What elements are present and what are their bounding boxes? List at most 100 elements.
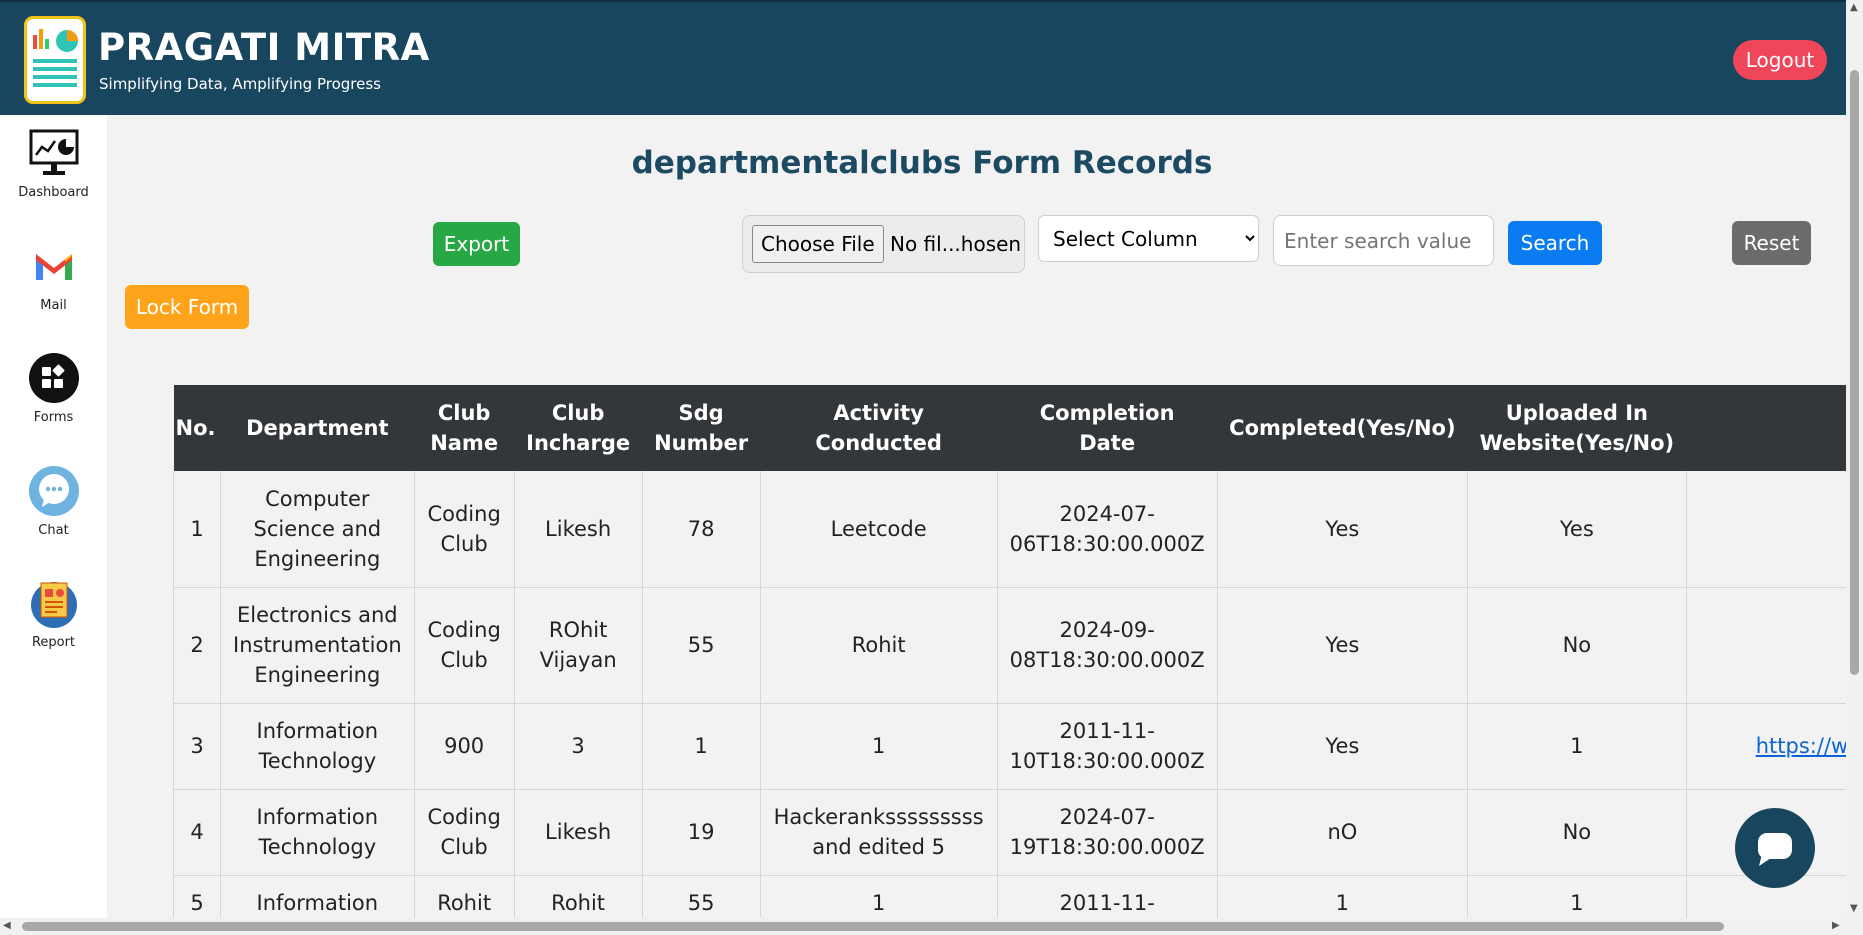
table-cell: Computer Science and Engineering bbox=[220, 471, 415, 588]
sidebar-item-label: Forms bbox=[33, 410, 74, 425]
page-title: departmentalclubs Form Records bbox=[631, 145, 1213, 181]
table-cell: Information bbox=[220, 875, 415, 920]
table-cell: 2024-07-19T18:30:00.000Z bbox=[997, 789, 1218, 876]
chat-bubble-icon bbox=[1758, 833, 1792, 866]
table-cell: No bbox=[1467, 587, 1687, 704]
table-row: 4 Information Technology Coding Club Lik… bbox=[173, 789, 1846, 876]
column-header: Uploaded In Website(Yes/No) bbox=[1467, 385, 1687, 471]
table-row: 3 Information Technology 900 3 1 1 2011-… bbox=[173, 703, 1846, 790]
table-cell: Likesh bbox=[514, 471, 643, 588]
mail-icon bbox=[35, 254, 72, 280]
table-cell: 1 bbox=[1217, 875, 1469, 920]
column-select[interactable]: Select Column bbox=[1038, 215, 1259, 262]
horizontal-scrollbar[interactable]: ◀ ▶ bbox=[0, 918, 1846, 935]
chart-report-logo-icon bbox=[33, 29, 78, 87]
sidebar-item-mail[interactable]: Mail bbox=[0, 240, 107, 313]
file-upload: Choose File No fil...hosen bbox=[742, 215, 1025, 273]
table-cell: Coding Club bbox=[414, 587, 515, 704]
app-subtitle: Simplifying Data, Amplifying Progress bbox=[99, 75, 381, 93]
search-button[interactable]: Search bbox=[1508, 221, 1602, 265]
scroll-right-icon[interactable]: ▶ bbox=[1832, 920, 1840, 931]
sidebar-item-label: Dashboard bbox=[18, 185, 89, 200]
sidebar-item-label: Report bbox=[31, 635, 76, 650]
table-cell: Information Technology bbox=[220, 703, 415, 790]
choose-file-button[interactable]: Choose File bbox=[752, 225, 884, 263]
sidebar-item-forms[interactable]: Forms bbox=[0, 352, 107, 425]
table-cell: 1 bbox=[1467, 703, 1687, 790]
column-header: Department bbox=[220, 385, 415, 471]
table-cell: 2011-11- bbox=[997, 875, 1218, 920]
table-cell: 4 bbox=[173, 789, 221, 876]
reset-button[interactable]: Reset bbox=[1732, 221, 1811, 265]
link-url[interactable]: https://www.yout bbox=[1756, 734, 1846, 758]
sidebar-item-label: Chat bbox=[38, 523, 69, 538]
table-header-row: No. Department Club Name Club Incharge S… bbox=[173, 385, 1846, 471]
table-cell: Rohit bbox=[514, 875, 643, 920]
table-cell: 2011-11-10T18:30:00.000Z bbox=[997, 703, 1218, 790]
table-cell: Coding Club bbox=[414, 471, 515, 588]
table-cell: Yes bbox=[1217, 703, 1469, 790]
horizontal-scroll-thumb[interactable] bbox=[22, 922, 1724, 931]
column-header: Club Name bbox=[414, 385, 515, 471]
lock-form-button[interactable]: Lock Form bbox=[125, 285, 249, 329]
table-cell bbox=[1686, 471, 1846, 588]
scroll-up-icon[interactable]: ▲ bbox=[1850, 2, 1858, 13]
table-cell: 900 bbox=[414, 703, 515, 790]
table-cell: 1 bbox=[642, 703, 761, 790]
column-header: Sdg Number bbox=[642, 385, 761, 471]
sidebar-item-chat[interactable]: Chat bbox=[0, 465, 107, 538]
column-header: Activity Conducted bbox=[760, 385, 998, 471]
table-cell: Coding Club bbox=[414, 789, 515, 876]
scroll-left-icon[interactable]: ◀ bbox=[3, 920, 11, 931]
table-cell: 55 bbox=[642, 875, 761, 920]
table-row: 1 Computer Science and Engineering Codin… bbox=[173, 471, 1846, 588]
table-cell: ROhit Vijayan bbox=[514, 587, 643, 704]
table-cell: Yes bbox=[1467, 471, 1687, 588]
file-status: No fil...hosen bbox=[890, 232, 1022, 256]
scroll-down-icon[interactable]: ▼ bbox=[1850, 903, 1858, 914]
table-cell: https://www.yout bbox=[1686, 703, 1846, 790]
app-logo bbox=[24, 16, 86, 104]
records-table: No. Department Club Name Club Incharge S… bbox=[173, 385, 1846, 920]
vertical-scrollbar[interactable]: ▲ ▼ bbox=[1846, 0, 1863, 935]
table-cell: 1 bbox=[760, 875, 998, 920]
dashboard-monitor-icon bbox=[29, 129, 78, 175]
column-header: No. bbox=[173, 385, 221, 471]
table-cell: Electronics and Instrumentation Engineer… bbox=[220, 587, 415, 704]
table-cell: nO bbox=[1217, 789, 1469, 876]
report-icon bbox=[30, 582, 77, 628]
table-cell: 55 bbox=[642, 587, 761, 704]
table-cell: 3 bbox=[514, 703, 643, 790]
app-header: PRAGATI MITRA Simplifying Data, Amplifyi… bbox=[0, 0, 1846, 115]
table-row: 2 Electronics and Instrumentation Engine… bbox=[173, 587, 1846, 704]
table-cell: Leetcode bbox=[760, 471, 998, 588]
sidebar-item-dashboard[interactable]: Dashboard bbox=[0, 127, 107, 200]
export-button[interactable]: Export bbox=[433, 222, 520, 266]
chat-fab-button[interactable] bbox=[1735, 808, 1815, 888]
sidebar-item-label: Mail bbox=[40, 298, 67, 313]
table-cell: 1 bbox=[760, 703, 998, 790]
sidebar-item-report[interactable]: Report bbox=[0, 577, 107, 650]
sidebar: Dashboard Mail Forms Chat Report bbox=[0, 115, 107, 920]
table-cell: Rohit bbox=[414, 875, 515, 920]
table-cell: 1 bbox=[173, 471, 221, 588]
main-content: departmentalclubs Form Records Export Ch… bbox=[107, 115, 1846, 920]
search-input[interactable] bbox=[1273, 215, 1494, 266]
table-cell: Likesh bbox=[514, 789, 643, 876]
table-cell: 2024-09-08T18:30:00.000Z bbox=[997, 587, 1218, 704]
forms-icon bbox=[28, 353, 79, 403]
table-cell: No bbox=[1467, 789, 1687, 876]
chat-icon bbox=[28, 466, 79, 516]
table-cell: 3 bbox=[173, 703, 221, 790]
table-cell bbox=[1686, 587, 1846, 704]
vertical-scroll-thumb[interactable] bbox=[1850, 70, 1859, 675]
table-cell: 2 bbox=[173, 587, 221, 704]
app-title: PRAGATI MITRA bbox=[98, 26, 430, 69]
table-cell: 5 bbox=[173, 875, 221, 920]
table-cell: Hackeranksssssssss and edited 5 bbox=[760, 789, 998, 876]
table-row: 5 Information Rohit Rohit 55 1 2011-11- … bbox=[173, 875, 1846, 920]
column-header: Completed(Yes/No) bbox=[1217, 385, 1468, 471]
table-cell: Information Technology bbox=[220, 789, 415, 876]
logout-button[interactable]: Logout bbox=[1733, 40, 1827, 80]
table-cell: Yes bbox=[1217, 471, 1469, 588]
